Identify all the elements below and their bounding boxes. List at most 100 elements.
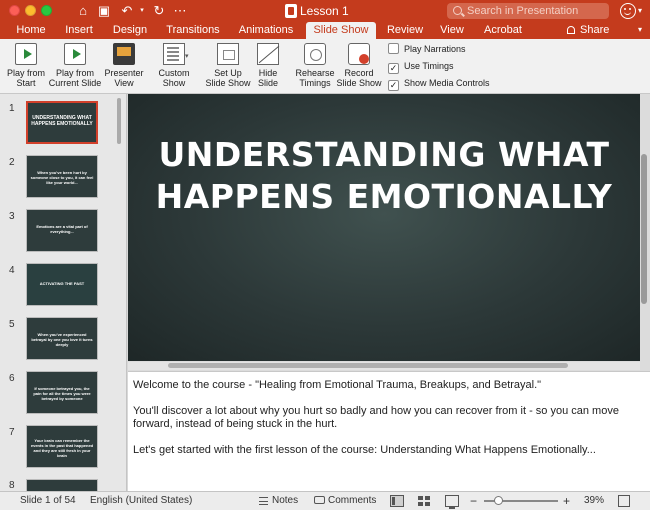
slide-horizontal-scrollbar[interactable]	[168, 363, 568, 368]
button-label: Slide Show	[205, 78, 251, 88]
tab-review[interactable]: Review	[382, 22, 428, 39]
slide-thumbnail-3[interactable]: Emotions are a vital part of everything.…	[26, 209, 98, 252]
button-label: Current Slide	[48, 78, 102, 88]
tab-acrobat[interactable]: Acrobat	[478, 22, 528, 39]
zoom-slider-handle[interactable]	[494, 496, 503, 505]
notes-toggle-button[interactable]: Notes	[259, 492, 299, 510]
tab-transitions[interactable]: Transitions	[160, 22, 226, 39]
slide-thumbnail-6[interactable]: If someone betrayed you, the pain for al…	[26, 371, 98, 414]
presenter-view-icon	[113, 43, 135, 65]
checkbox-label: Use Timings	[404, 61, 454, 71]
play-narrations-checkbox[interactable]: Play Narrations	[388, 43, 466, 55]
hide-slide-button[interactable]: Hide Slide	[254, 43, 282, 88]
button-label: Hide	[258, 68, 278, 78]
zoom-out-button[interactable]: −	[470, 492, 477, 510]
chevron-down-icon[interactable]: ▾	[185, 52, 189, 60]
thumbnail-number: 3	[9, 211, 15, 222]
button-label: Show	[162, 78, 186, 88]
use-timings-checkbox[interactable]: ✓ Use Timings	[388, 60, 454, 74]
fit-to-window-icon[interactable]	[618, 495, 630, 507]
show-media-controls-checkbox[interactable]: ✓ Show Media Controls	[388, 77, 490, 91]
play-current-icon	[64, 43, 86, 65]
collapse-ribbon-icon[interactable]: ▾	[638, 25, 642, 34]
zoom-in-button[interactable]: +	[563, 492, 570, 510]
current-slide[interactable]: UNDERSTANDING WHAT HAPPENS EMOTIONALLY	[128, 94, 640, 361]
thumbnails-scrollbar[interactable]	[117, 98, 121, 144]
undo-dropdown-icon[interactable]: ▾	[134, 3, 150, 19]
chevron-down-icon[interactable]: ▾	[638, 6, 642, 15]
button-label: Record	[344, 68, 374, 78]
title-bar: ⌂ ▣ ↶ ▾ ↻ ⋯ Lesson 1 Search in Presentat…	[0, 0, 650, 22]
checkbox-label: Show Media Controls	[404, 78, 490, 88]
comments-toggle-button[interactable]: Comments	[314, 492, 377, 510]
ribbon-slide-show: Play from Start Play from Current Slide …	[0, 39, 650, 94]
slide-thumbnail-1[interactable]: UNDERSTANDING WHAT HAPPENS EMOTIONALLY	[26, 101, 98, 144]
tab-home[interactable]: Home	[10, 22, 52, 39]
custom-show-button[interactable]: Custom Show	[154, 43, 194, 88]
play-from-start-button[interactable]: Play from Start	[4, 43, 48, 88]
undo-icon[interactable]: ↶	[119, 3, 135, 19]
reading-view-icon[interactable]	[445, 495, 459, 509]
tab-animations[interactable]: Animations	[232, 22, 300, 39]
normal-view-icon[interactable]	[390, 495, 404, 507]
slide-thumbnail-4[interactable]: ACTIVATING THE PAST	[26, 263, 98, 306]
search-input[interactable]: Search in Presentation	[447, 3, 609, 19]
zoom-window-button[interactable]	[41, 5, 52, 16]
slide-thumbnail-5[interactable]: When you've experienced betrayal by one …	[26, 317, 98, 360]
play-from-current-slide-button[interactable]: Play from Current Slide	[47, 43, 103, 88]
slide-sorter-icon[interactable]	[417, 495, 431, 507]
thumbnail-number: 6	[9, 373, 15, 384]
tab-insert[interactable]: Insert	[57, 22, 101, 39]
button-label: Play from	[6, 68, 45, 78]
button-label: Custom	[158, 68, 190, 78]
thumbnail-number: 5	[9, 319, 15, 330]
status-bar: Slide 1 of 54 English (United States) No…	[0, 491, 650, 510]
slide-vertical-scrollbar[interactable]	[641, 154, 647, 304]
tab-design[interactable]: Design	[106, 22, 154, 39]
notes-paragraph: Welcome to the course - "Healing from Em…	[133, 379, 542, 391]
comments-icon	[314, 496, 325, 504]
minimize-window-button[interactable]	[25, 5, 36, 16]
slide-title-line-1: UNDERSTANDING WHAT	[158, 135, 610, 174]
comments-label: Comments	[328, 495, 377, 506]
rehearse-timings-button[interactable]: Rehearse Timings	[294, 43, 336, 88]
slide-counter: Slide 1 of 54	[20, 495, 76, 506]
slide-thumbnail-2[interactable]: When you've been hurt by someone close t…	[26, 155, 98, 198]
button-label: Presenter	[104, 68, 144, 78]
button-label: Slide	[257, 78, 278, 88]
window-title: Lesson 1	[300, 4, 349, 18]
more-icon[interactable]: ⋯	[172, 3, 188, 19]
speaker-notes[interactable]: Welcome to the course - "Healing from Em…	[128, 371, 650, 491]
checkbox-unchecked[interactable]	[388, 43, 399, 54]
zoom-level[interactable]: 39%	[584, 492, 604, 510]
slide-thumbnails-pane: 1 UNDERSTANDING WHAT HAPPENS EMOTIONALLY…	[0, 94, 127, 492]
save-icon[interactable]: ▣	[96, 3, 112, 19]
tab-view[interactable]: View	[434, 22, 470, 39]
record-slide-show-button[interactable]: Record Slide Show	[336, 43, 382, 88]
set-up-slide-show-button[interactable]: Set Up Slide Show	[204, 43, 252, 88]
thumbnail-number: 8	[9, 480, 15, 491]
home-icon[interactable]: ⌂	[75, 3, 91, 19]
slide-title[interactable]: UNDERSTANDING WHAT HAPPENS EMOTIONALLY	[128, 134, 640, 218]
button-label: Timings	[299, 78, 331, 88]
hide-slide-icon	[257, 43, 279, 65]
slide-thumbnail-7[interactable]: Your brain can remember the events in th…	[26, 425, 98, 468]
thumbnail-number: 2	[9, 157, 15, 168]
redo-icon[interactable]: ↻	[151, 3, 167, 19]
notes-paragraph: Let's get started with the first lesson …	[133, 444, 596, 456]
notes-label: Notes	[272, 495, 299, 506]
checkbox-label: Play Narrations	[404, 44, 466, 54]
stopwatch-icon	[304, 43, 326, 65]
ribbon-tabs: Home Insert Design Transitions Animation…	[0, 22, 650, 39]
checkbox-checked[interactable]: ✓	[388, 63, 399, 74]
tab-slide-show[interactable]: Slide Show	[306, 22, 376, 39]
close-window-button[interactable]	[9, 5, 20, 16]
checkbox-checked[interactable]: ✓	[388, 80, 399, 91]
presenter-view-button[interactable]: Presenter View	[103, 43, 145, 88]
search-icon	[453, 6, 462, 15]
share-button[interactable]: Share	[567, 22, 609, 39]
language-indicator[interactable]: English (United States)	[90, 492, 192, 510]
button-label: Start	[16, 78, 36, 88]
feedback-smiley-icon[interactable]	[620, 3, 636, 19]
record-icon	[348, 43, 370, 65]
